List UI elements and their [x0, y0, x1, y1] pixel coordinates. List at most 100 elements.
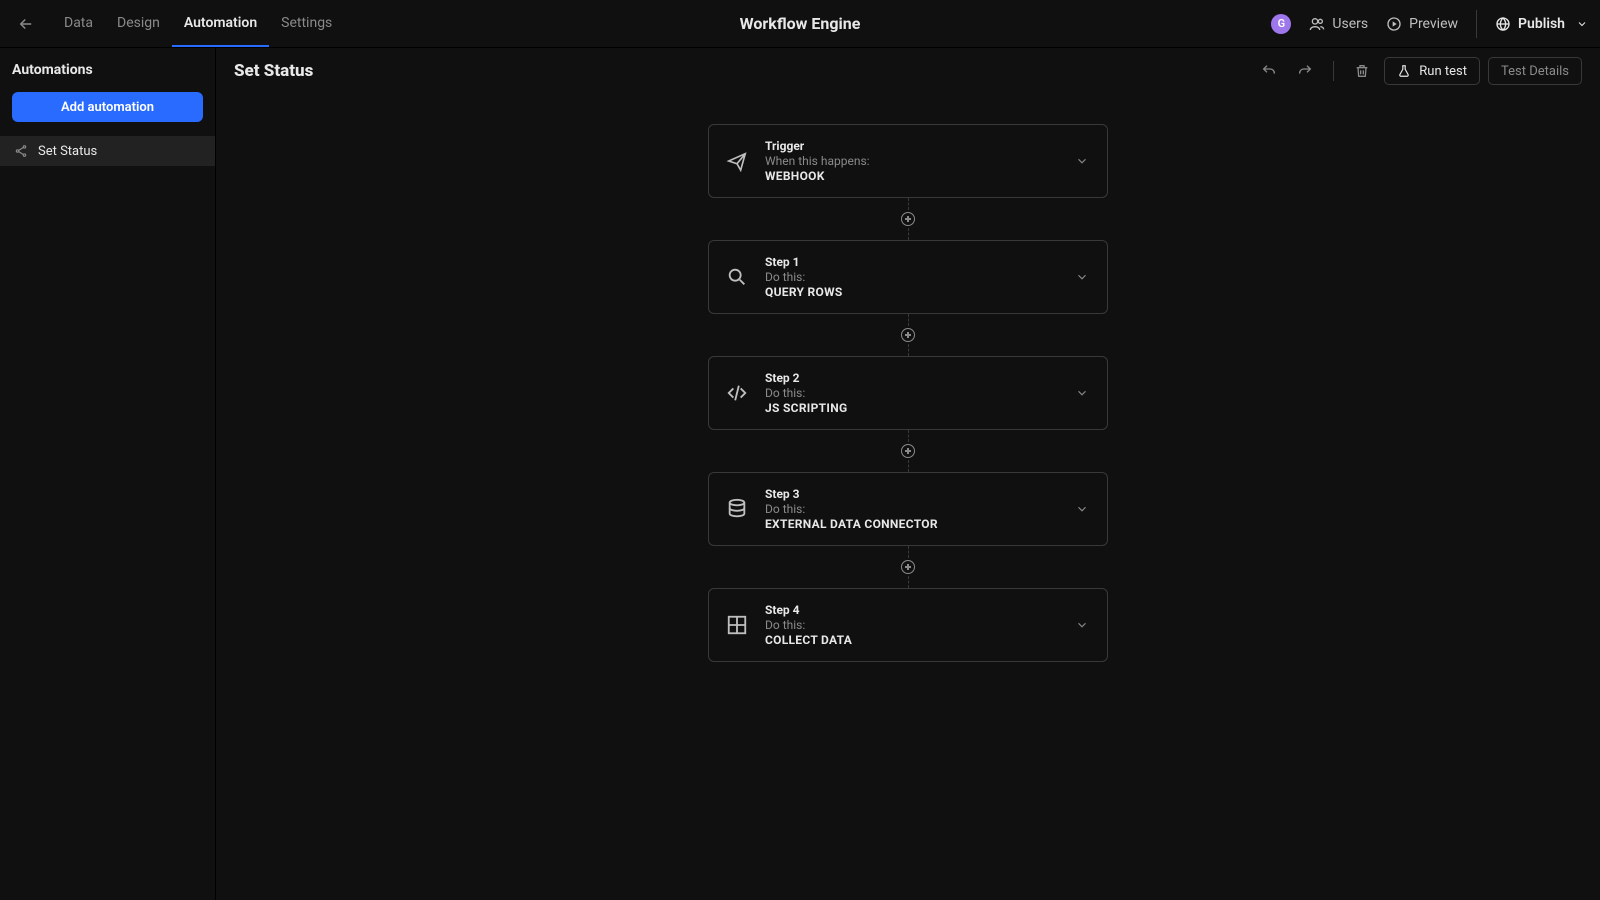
undo-icon — [1261, 63, 1277, 79]
add-step-button[interactable] — [901, 212, 915, 226]
add-step-button[interactable] — [901, 560, 915, 574]
tab-automation[interactable]: Automation — [172, 0, 269, 47]
redo-icon — [1297, 63, 1313, 79]
step-4-card[interactable]: Step 4 Do this: Collect Data — [708, 588, 1108, 662]
sidebar-title: Automations — [0, 48, 215, 88]
database-icon — [725, 497, 749, 521]
preview-label: Preview — [1409, 16, 1458, 32]
chevron-down-icon — [1075, 502, 1089, 516]
step-action: External Data Connector — [765, 517, 1057, 531]
search-icon — [725, 265, 749, 289]
step-2-expand[interactable] — [1073, 384, 1091, 402]
sidebar: Automations Add automation Set Status — [0, 48, 216, 900]
trigger-label: Trigger — [765, 139, 1057, 153]
toolbar: Set Status Run test Test Details — [216, 48, 1600, 94]
chevron-down-icon — [1576, 18, 1588, 30]
step-3-expand[interactable] — [1073, 500, 1091, 518]
users-label: Users — [1332, 16, 1368, 32]
step-action: Collect Data — [765, 633, 1057, 647]
sidebar-item-set-status[interactable]: Set Status — [0, 136, 215, 166]
tab-settings[interactable]: Settings — [269, 0, 344, 47]
add-step-button[interactable] — [901, 444, 915, 458]
publish-label: Publish — [1518, 16, 1565, 32]
top-tabs: Data Design Automation Settings — [52, 0, 344, 47]
connector-2 — [901, 430, 915, 472]
trash-icon — [1354, 63, 1370, 79]
main: Set Status Run test Test Details — [216, 48, 1600, 900]
trigger-text: Trigger When this happens: Webhook — [765, 139, 1057, 183]
step-3-text: Step 3 Do this: External Data Connector — [765, 487, 1057, 531]
connector-line — [908, 228, 909, 240]
chevron-down-icon — [1075, 386, 1089, 400]
connector-line — [908, 546, 909, 558]
app-body: Automations Add automation Set Status Se… — [0, 48, 1600, 900]
trigger-expand[interactable] — [1073, 152, 1091, 170]
step-sub: Do this: — [765, 502, 1057, 516]
connector-line — [908, 460, 909, 472]
run-test-label: Run test — [1419, 64, 1467, 79]
add-automation-button[interactable]: Add automation — [12, 92, 203, 122]
connector-3 — [901, 546, 915, 588]
step-label: Step 2 — [765, 371, 1057, 385]
toolbar-right: Run test Test Details — [1255, 57, 1582, 85]
connector-line — [908, 314, 909, 326]
undo-button[interactable] — [1255, 57, 1283, 85]
paper-plane-icon — [725, 149, 749, 173]
page-title: Set Status — [234, 61, 313, 81]
step-2-card[interactable]: Step 2 Do this: JS Scripting — [708, 356, 1108, 430]
chevron-down-icon — [1075, 270, 1089, 284]
back-button[interactable] — [12, 10, 40, 38]
arrow-left-icon — [17, 15, 35, 33]
step-sub: Do this: — [765, 386, 1057, 400]
users-icon — [1309, 16, 1325, 32]
connector-line — [908, 344, 909, 356]
add-step-button[interactable] — [901, 328, 915, 342]
step-2-text: Step 2 Do this: JS Scripting — [765, 371, 1057, 415]
grid-icon — [725, 613, 749, 637]
trigger-action: Webhook — [765, 169, 1057, 183]
step-1-text: Step 1 Do this: Query rows — [765, 255, 1057, 299]
step-4-expand[interactable] — [1073, 616, 1091, 634]
flow-canvas: Trigger When this happens: Webhook — [216, 94, 1600, 900]
connector-line — [908, 576, 909, 588]
run-test-button[interactable]: Run test — [1384, 57, 1480, 85]
preview-button[interactable]: Preview — [1386, 16, 1458, 32]
share-nodes-icon — [14, 144, 28, 158]
app-title: Workflow Engine — [740, 14, 861, 33]
step-4-text: Step 4 Do this: Collect Data — [765, 603, 1057, 647]
connector-1 — [901, 314, 915, 356]
top-separator — [1476, 10, 1477, 38]
step-sub: Do this: — [765, 270, 1057, 284]
connector-line — [908, 430, 909, 442]
redo-button[interactable] — [1291, 57, 1319, 85]
step-sub: Do this: — [765, 618, 1057, 632]
step-label: Step 4 — [765, 603, 1057, 617]
chevron-down-icon — [1075, 154, 1089, 168]
step-action: JS Scripting — [765, 401, 1057, 415]
test-details-label: Test Details — [1501, 64, 1569, 79]
sidebar-item-label: Set Status — [38, 144, 97, 159]
step-label: Step 3 — [765, 487, 1057, 501]
users-button[interactable]: Users — [1309, 16, 1368, 32]
step-1-card[interactable]: Step 1 Do this: Query rows — [708, 240, 1108, 314]
globe-publish-icon — [1495, 16, 1511, 32]
trigger-card[interactable]: Trigger When this happens: Webhook — [708, 124, 1108, 198]
tab-data[interactable]: Data — [52, 0, 105, 47]
step-3-card[interactable]: Step 3 Do this: External Data Connector — [708, 472, 1108, 546]
connector-0 — [901, 198, 915, 240]
publish-button[interactable]: Publish — [1495, 16, 1588, 32]
toolbar-separator — [1333, 61, 1334, 81]
code-icon — [725, 381, 749, 405]
top-right: G Users Preview Publish — [1271, 10, 1588, 38]
connector-line — [908, 198, 909, 210]
step-label: Step 1 — [765, 255, 1057, 269]
step-1-expand[interactable] — [1073, 268, 1091, 286]
test-details-button[interactable]: Test Details — [1488, 57, 1582, 85]
avatar[interactable]: G — [1271, 14, 1291, 34]
trigger-sub: When this happens: — [765, 154, 1057, 168]
top-bar: Data Design Automation Settings Workflow… — [0, 0, 1600, 48]
delete-button[interactable] — [1348, 57, 1376, 85]
flask-icon — [1397, 64, 1411, 78]
play-circle-icon — [1386, 16, 1402, 32]
tab-design[interactable]: Design — [105, 0, 172, 47]
